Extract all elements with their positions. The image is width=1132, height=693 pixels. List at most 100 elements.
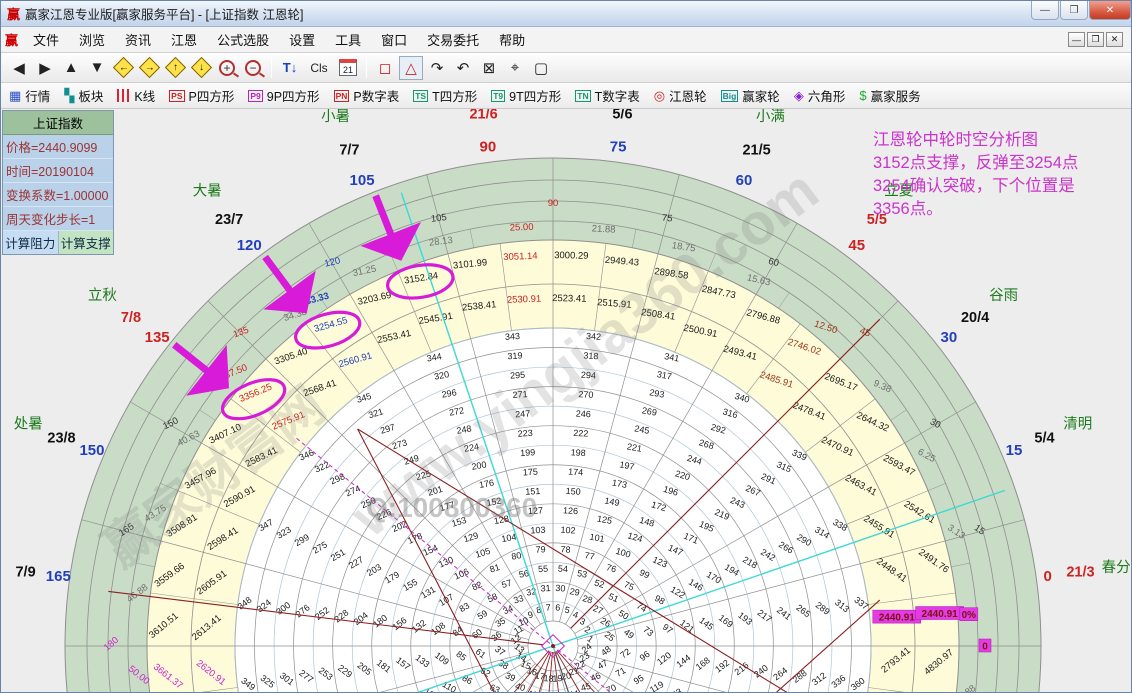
svg-text:Q:100800360: Q:100800360 — [366, 492, 537, 523]
ribbon-item-t-table[interactable]: TNT数字表 — [575, 86, 639, 105]
ribbon-item-quotes[interactable]: ▦行情 — [9, 86, 50, 105]
menu-item-工具[interactable]: 工具 — [325, 27, 371, 52]
menu-item-公式选股[interactable]: 公式选股 — [207, 27, 279, 52]
menu-item-窗口[interactable]: 窗口 — [371, 27, 417, 52]
menu-item-文件[interactable]: 文件 — [23, 27, 69, 52]
select-region-button[interactable]: ▢ — [529, 56, 553, 80]
parameter-row-0[interactable]: 价格=2440.9099 — [3, 135, 113, 159]
svg-text:5/4: 5/4 — [1034, 430, 1054, 446]
zoom-in-button[interactable]: + — [215, 56, 239, 80]
delete-drawing-button[interactable]: ⊠ — [477, 56, 501, 80]
svg-text:0: 0 — [982, 642, 988, 653]
svg-text:199: 199 — [520, 447, 536, 458]
calendar-button[interactable]: 21 — [336, 56, 360, 80]
pan-left-button[interactable]: ← — [111, 56, 135, 80]
ribbon-label: K线 — [134, 86, 155, 105]
pan-right-button[interactable]: → — [137, 56, 161, 80]
svg-text:75: 75 — [661, 212, 673, 224]
menu-item-浏览[interactable]: 浏览 — [69, 27, 115, 52]
svg-text:2440.91: 2440.91 — [879, 613, 916, 624]
toolbar-separator — [366, 58, 367, 78]
svg-text:175: 175 — [523, 467, 539, 478]
blocks-icon: ▚ — [64, 89, 74, 102]
ribbon-item-winner-wheel[interactable]: Big赢家轮 — [721, 86, 780, 105]
annotation-line-2: 3254确认突破，下个位置是 — [873, 175, 1131, 198]
svg-text:78: 78 — [560, 544, 571, 555]
ps-icon: PS — [169, 90, 184, 102]
svg-text:45: 45 — [848, 237, 865, 254]
svg-text:29: 29 — [569, 586, 581, 598]
svg-text:55: 55 — [538, 564, 549, 575]
svg-text:30: 30 — [555, 583, 566, 594]
menu-item-资讯[interactable]: 资讯 — [115, 27, 161, 52]
svg-text:102: 102 — [560, 525, 576, 536]
svg-text:75: 75 — [610, 138, 627, 155]
cls-button[interactable]: Cls — [304, 56, 334, 80]
svg-text:90: 90 — [548, 198, 559, 209]
pn-icon: PN — [334, 90, 350, 102]
mdi-close-button[interactable]: ✕ — [1106, 32, 1123, 47]
ribbon-item-gann-wheel[interactable]: ◎江恩轮 — [654, 86, 707, 105]
svg-text:7/7: 7/7 — [339, 142, 359, 158]
restore-button[interactable]: ❐ — [1060, 1, 1088, 20]
ribbon-item-hexagon[interactable]: ◈六角形 — [794, 86, 846, 105]
calc-support-button[interactable]: 计算支撑 — [59, 231, 114, 254]
svg-text:大暑: 大暑 — [193, 182, 222, 199]
mdi-restore-button[interactable]: ❐ — [1087, 32, 1104, 47]
menu-item-交易委托[interactable]: 交易委托 — [417, 27, 489, 52]
svg-text:90: 90 — [480, 138, 497, 155]
down-button[interactable]: ▼ — [85, 56, 109, 80]
pan-down-button[interactable]: ↓ — [189, 56, 213, 80]
back-button[interactable]: ◀ — [7, 56, 31, 80]
zoom-out-button[interactable]: − — [241, 56, 265, 80]
mdi-minimize-button[interactable]: — — [1068, 32, 1085, 47]
svg-text:6: 6 — [555, 602, 561, 612]
svg-text:150: 150 — [565, 486, 581, 497]
ribbon-item-p-square[interactable]: PSP四方形 — [169, 86, 234, 105]
ribbon-item-p-table[interactable]: PNP数字表 — [334, 86, 400, 105]
calc-resistance-button[interactable]: 计算阻力 — [3, 231, 59, 254]
svg-text:2523.41: 2523.41 — [552, 293, 587, 305]
ribbon-item-winner-service[interactable]: $赢家服务 — [859, 86, 920, 105]
parameter-row-2[interactable]: 变换系数=1.00000 — [3, 183, 113, 207]
forward-button[interactable]: ▶ — [33, 56, 57, 80]
svg-text:174: 174 — [568, 467, 584, 478]
menu-item-江恩[interactable]: 江恩 — [161, 27, 207, 52]
ribbon-label: 赢家轮 — [742, 86, 780, 105]
parameter-row-1[interactable]: 时间=20190104 — [3, 159, 113, 183]
svg-text:103: 103 — [530, 525, 546, 536]
menu-item-设置[interactable]: 设置 — [279, 27, 325, 52]
ribbon-label: T四方形 — [432, 86, 477, 105]
svg-text:41: 41 — [527, 688, 539, 693]
square-tool-button[interactable]: ◻ — [373, 56, 397, 80]
close-button[interactable]: ✕ — [1089, 1, 1131, 20]
parameter-row-3[interactable]: 周天变化步长=1 — [3, 207, 113, 231]
ribbon-item-sectors[interactable]: ▚板块 — [64, 86, 103, 105]
parameter-panel: 上证指数 价格=2440.9099时间=20190104变换系数=1.00000… — [2, 110, 114, 255]
ribbon-item-kline[interactable]: K线 — [117, 86, 155, 105]
svg-text:60: 60 — [736, 172, 753, 189]
ribbon-item-9t-square[interactable]: T99T四方形 — [491, 86, 561, 105]
minimize-button[interactable]: — — [1031, 1, 1059, 20]
svg-text:23/7: 23/7 — [215, 212, 243, 228]
time-axis-button[interactable]: T↓ — [278, 56, 302, 80]
svg-text:80: 80 — [511, 550, 523, 562]
ribbon-item-t-square[interactable]: TS T四方形 — [413, 86, 477, 105]
svg-text:165: 165 — [46, 568, 71, 585]
ribbon-item-9p-square[interactable]: P99P四方形 — [248, 86, 319, 105]
menu-item-帮助[interactable]: 帮助 — [489, 27, 535, 52]
svg-text:5/6: 5/6 — [612, 109, 632, 123]
triangle-tool-button[interactable]: △ — [399, 56, 423, 80]
up-button[interactable]: ▲ — [59, 56, 83, 80]
dollar-icon: $ — [859, 89, 866, 102]
svg-text:立秋: 立秋 — [88, 287, 117, 304]
pan-up-button[interactable]: ↑ — [163, 56, 187, 80]
center-target-button[interactable]: ⌖ — [503, 56, 527, 80]
svg-text:7: 7 — [545, 602, 551, 612]
svg-text:21.88: 21.88 — [591, 223, 615, 235]
rotate-ccw-button[interactable]: ↶ — [451, 56, 475, 80]
ts-icon: TS — [413, 90, 428, 102]
rotate-cw-button[interactable]: ↷ — [425, 56, 449, 80]
svg-text:谷雨: 谷雨 — [989, 287, 1018, 304]
svg-text:79: 79 — [535, 544, 546, 555]
